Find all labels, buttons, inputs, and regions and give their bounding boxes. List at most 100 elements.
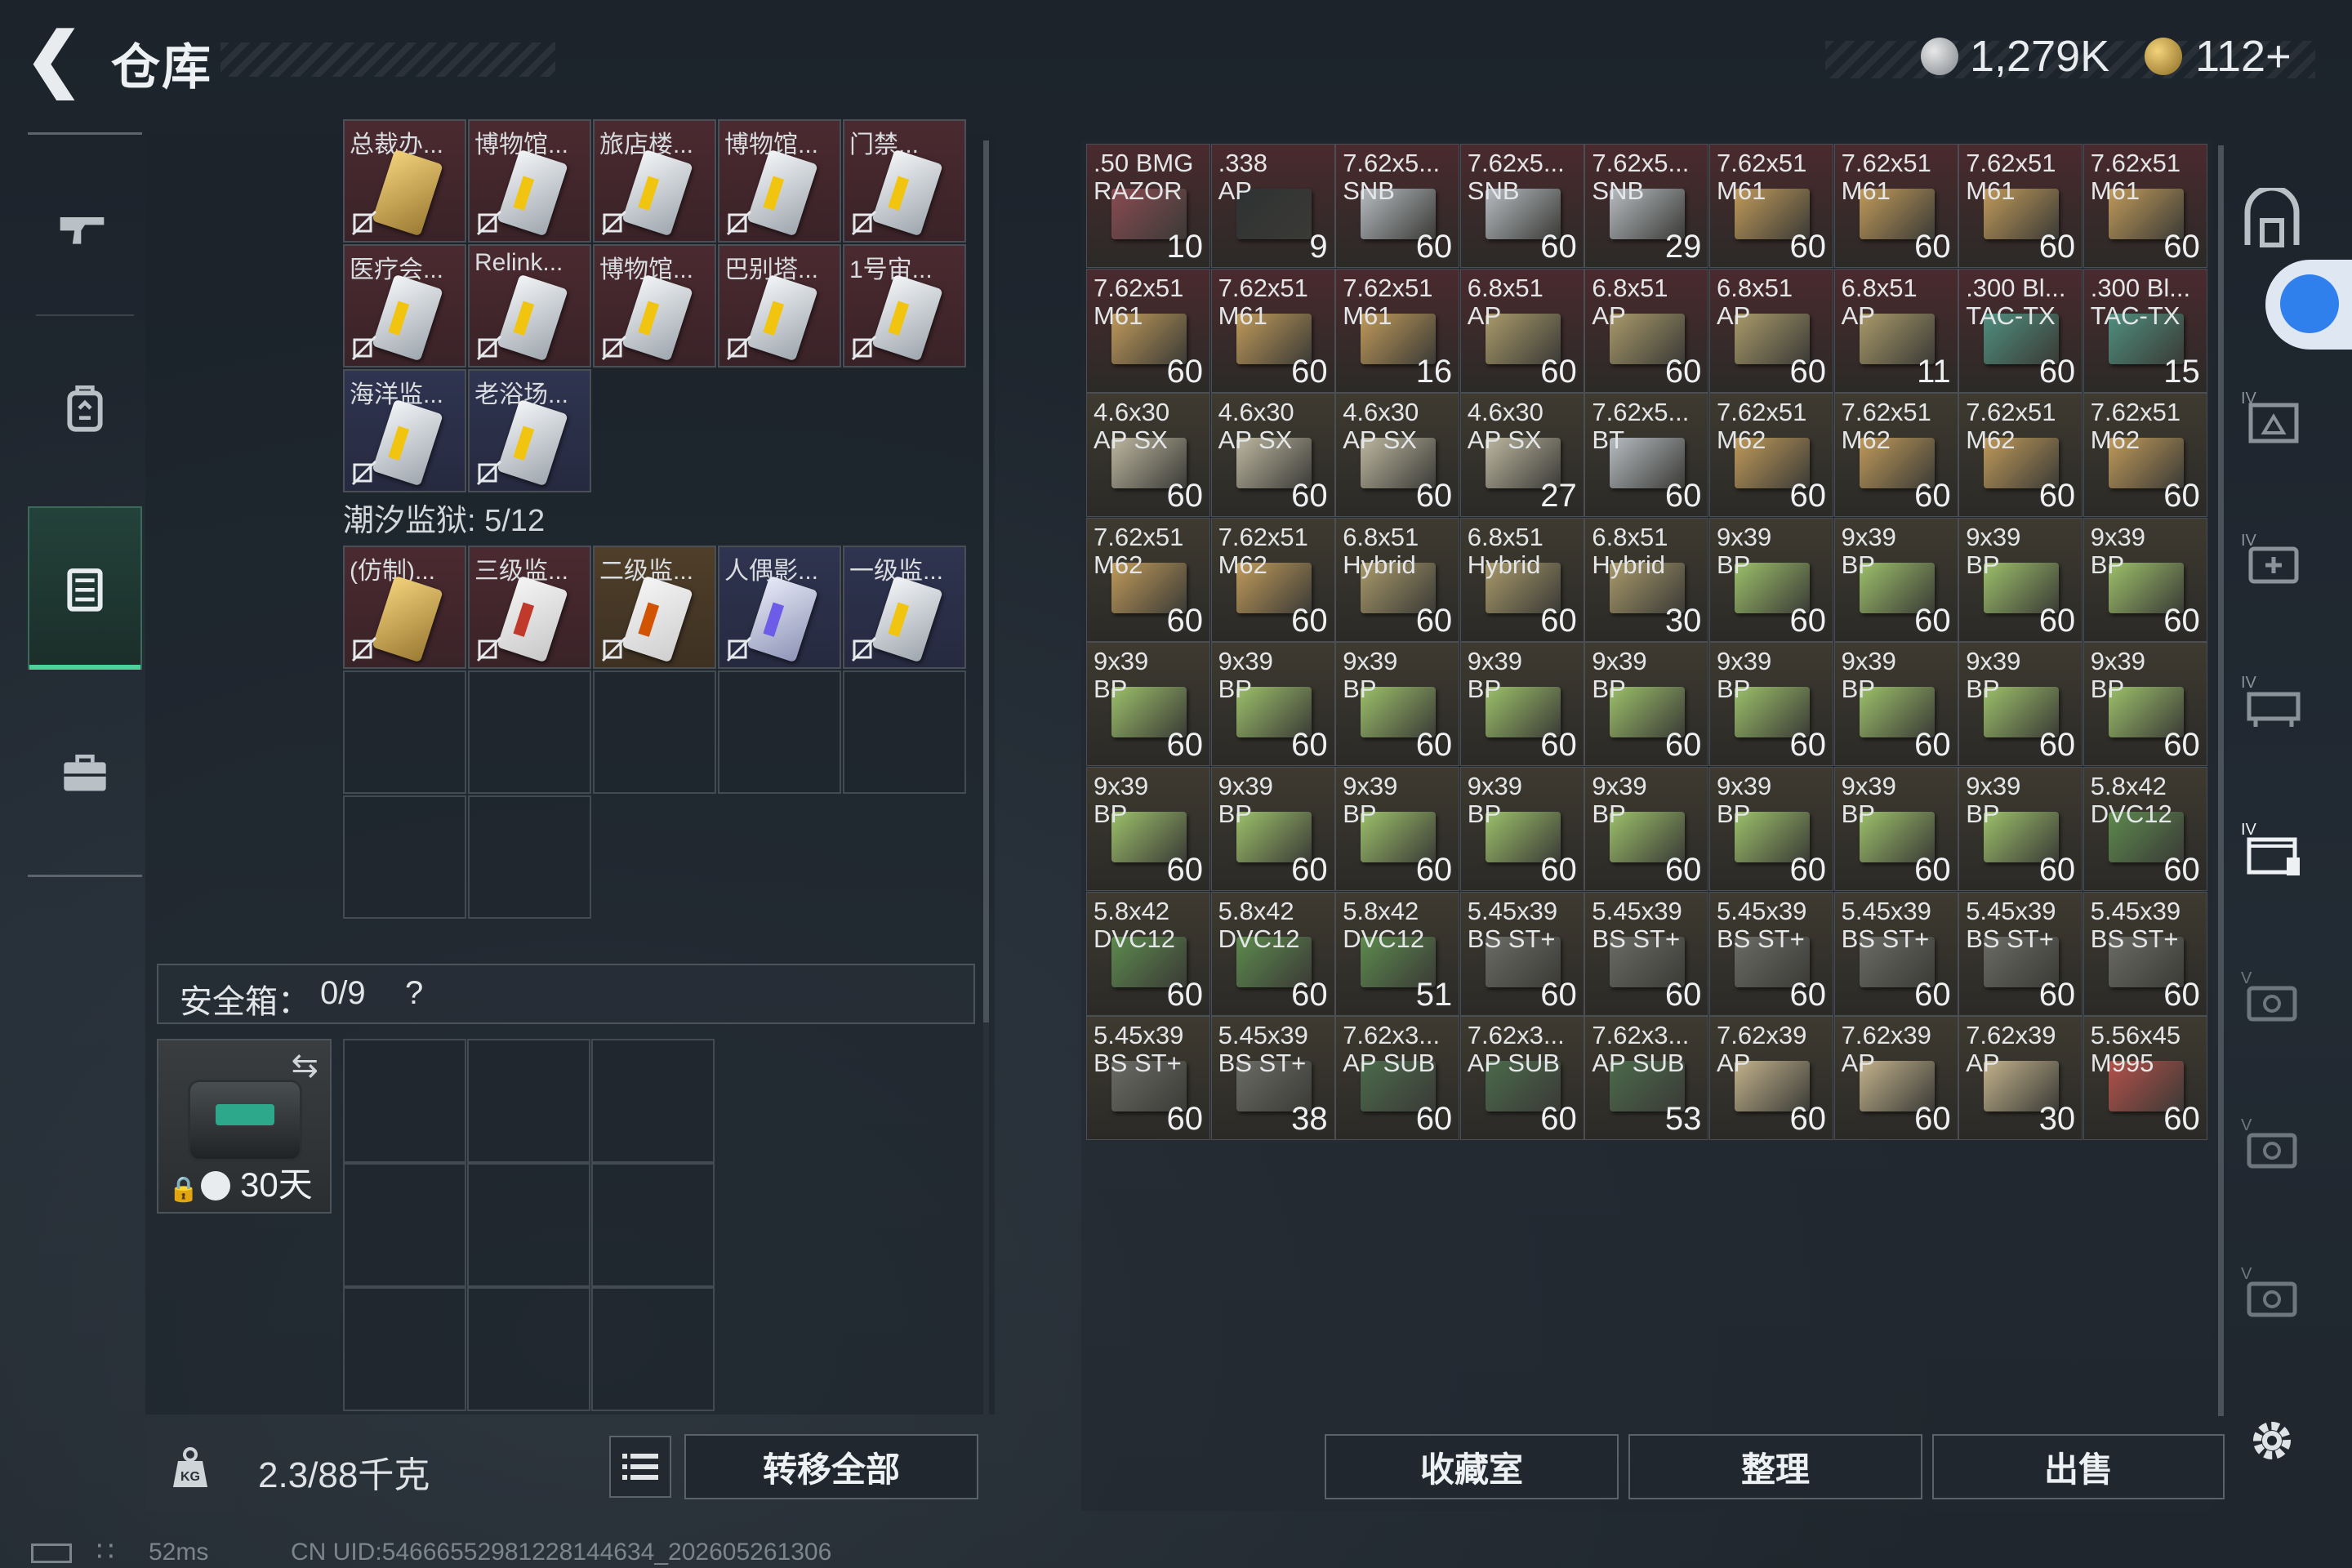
ammo-item[interactable]: 5.8x42 DVC12 60	[2082, 767, 2207, 891]
help-icon[interactable]: ?	[405, 975, 423, 1012]
keycard-item[interactable]: 总裁办...	[343, 119, 466, 243]
ammo-item[interactable]: 9x39 BP 60	[2082, 642, 2207, 767]
keycard-item[interactable]: 门禁...	[843, 119, 966, 243]
storage-tab-5-active[interactable]: IV	[2231, 808, 2313, 890]
back-button[interactable]: ❮	[24, 24, 83, 95]
keycard-item[interactable]: 一级监...	[843, 546, 966, 669]
ammo-item[interactable]: 9x39 BP 60	[1709, 642, 1833, 767]
keycard-item[interactable]: 海洋监...	[343, 369, 466, 492]
ammo-item[interactable]: 9x39 BP 60	[2082, 517, 2207, 642]
ammo-item[interactable]: 4.6x30 AP SX 60	[1210, 393, 1335, 518]
swap-icon[interactable]: ⇆	[291, 1047, 318, 1085]
ammo-item[interactable]: 7.62x51 M61 60	[1086, 268, 1210, 393]
ammo-item[interactable]: 7.62x51 M62 60	[1833, 393, 1958, 518]
ammo-item[interactable]: 4.6x30 AP SX 27	[1459, 393, 1584, 518]
empty-slot[interactable]	[593, 369, 716, 492]
keycard-item[interactable]: 博物馆...	[468, 119, 591, 243]
storage-tab-6[interactable]: V	[2231, 957, 2313, 1039]
sell-button[interactable]: 出售	[1932, 1434, 2225, 1499]
settings-button[interactable]	[2231, 1400, 2313, 1481]
right-scrollbar[interactable]	[2218, 145, 2224, 1416]
ammo-item[interactable]: 5.45x39 BS ST+ 60	[2082, 891, 2207, 1016]
ammo-item[interactable]: .300 Bl... TAC-TX 60	[1958, 268, 2083, 393]
ammo-item[interactable]: 5.45x39 BS ST+ 60	[1709, 891, 1833, 1016]
ammo-item[interactable]: 7.62x51 M62 60	[1709, 393, 1833, 518]
safe-box-slot[interactable]	[591, 1039, 715, 1163]
keycard-item[interactable]: (仿制)...	[343, 546, 466, 669]
keycard-item[interactable]: 1号宙...	[843, 244, 966, 368]
ammo-item[interactable]: 9x39 BP 60	[1210, 642, 1335, 767]
empty-slot[interactable]	[843, 670, 966, 794]
ammo-item[interactable]: 9x39 BP 60	[1335, 767, 1460, 891]
ammo-item[interactable]: 7.62x5... SNB 60	[1459, 144, 1584, 268]
ammo-item[interactable]: 7.62x39 AP 60	[1709, 1016, 1833, 1141]
keycard-item[interactable]: 二级监...	[593, 546, 716, 669]
ammo-item[interactable]: 5.45x39 BS ST+ 60	[1833, 891, 1958, 1016]
ammo-item[interactable]: 6.8x51 Hybrid 60	[1335, 517, 1460, 642]
empty-slot[interactable]	[843, 369, 966, 492]
ammo-item[interactable]: 7.62x3... AP SUB 60	[1335, 1016, 1460, 1141]
ammo-item[interactable]: 9x39 BP 60	[1459, 767, 1584, 891]
ammo-item[interactable]: 7.62x51 M62 60	[1086, 517, 1210, 642]
keycard-item[interactable]: Relink...	[468, 244, 591, 368]
ammo-item[interactable]: 5.45x39 BS ST+ 60	[1958, 891, 2083, 1016]
right-scrollbar-thumb[interactable]	[2218, 145, 2224, 1416]
list-view-button[interactable]	[609, 1436, 671, 1498]
ammo-item[interactable]: 6.8x51 AP 60	[1459, 268, 1584, 393]
transfer-all-button[interactable]: 转移全部	[684, 1434, 978, 1499]
keycard-item[interactable]: 人偶影...	[718, 546, 841, 669]
safe-box-item[interactable]: ⇆ 🔒 30天	[157, 1039, 332, 1214]
safe-box-slot[interactable]	[467, 1287, 590, 1411]
ammo-item[interactable]: 7.62x51 M62 60	[1958, 393, 2083, 518]
ammo-item[interactable]: 9x39 BP 60	[1210, 767, 1335, 891]
currency-gold-amount[interactable]: 112+	[2195, 31, 2292, 82]
ammo-item[interactable]: 9x39 BP 60	[1086, 767, 1210, 891]
ammo-item[interactable]: 7.62x5... SNB 29	[1584, 144, 1709, 268]
storage-tab-4[interactable]: IV	[2231, 662, 2313, 743]
ammo-item[interactable]: 5.8x42 DVC12 60	[1086, 891, 1210, 1016]
safe-box-slot[interactable]	[467, 1163, 590, 1287]
safe-box-slot[interactable]	[467, 1039, 590, 1163]
ammo-item[interactable]: 5.45x39 BS ST+ 60	[1459, 891, 1584, 1016]
ammo-item[interactable]: 7.62x39 AP 30	[1958, 1016, 2083, 1141]
empty-slot[interactable]	[593, 670, 716, 794]
ammo-item[interactable]: 7.62x51 M62 60	[2082, 393, 2207, 518]
ammo-item[interactable]: .338 AP 9	[1210, 144, 1335, 268]
ammo-item[interactable]: .50 BMG RAZOR 10	[1086, 144, 1210, 268]
rail-backpack[interactable]	[28, 327, 142, 490]
ammo-item[interactable]: 7.62x51 M61 60	[1210, 268, 1335, 393]
ammo-item[interactable]: 7.62x51 M61 60	[2082, 144, 2207, 268]
keycard-item[interactable]: 医疗会...	[343, 244, 466, 368]
ammo-item[interactable]: 7.62x5... BT 60	[1584, 393, 1709, 518]
ammo-item[interactable]: 9x39 BP 60	[1335, 642, 1460, 767]
ammo-item[interactable]: 7.62x51 M61 60	[1833, 144, 1958, 268]
ammo-item[interactable]: .300 Bl... TAC-TX 15	[2082, 268, 2207, 393]
collection-room-button[interactable]: 收藏室	[1325, 1434, 1619, 1499]
left-scrollbar[interactable]	[983, 140, 989, 1419]
keycard-item[interactable]: 巴别塔...	[718, 244, 841, 368]
organize-button[interactable]: 整理	[1628, 1434, 1922, 1499]
ammo-item[interactable]: 9x39 BP 60	[1709, 517, 1833, 642]
ammo-item[interactable]: 6.8x51 AP 11	[1833, 268, 1958, 393]
safe-box-slot[interactable]	[591, 1163, 715, 1287]
ammo-item[interactable]: 9x39 BP 60	[1833, 642, 1958, 767]
keycard-item[interactable]: 旅店楼...	[593, 119, 716, 243]
rail-warehouse[interactable]	[28, 506, 142, 670]
safe-box-slot[interactable]	[591, 1287, 715, 1411]
ammo-item[interactable]: 4.6x30 AP SX 60	[1086, 393, 1210, 518]
ammo-item[interactable]: 7.62x51 M62 60	[1210, 517, 1335, 642]
ammo-item[interactable]: 5.45x39 BS ST+ 60	[1584, 891, 1709, 1016]
storage-tab-8[interactable]: V	[2231, 1253, 2313, 1334]
safe-box-slot[interactable]	[343, 1163, 466, 1287]
ammo-item[interactable]: 9x39 BP 60	[1459, 642, 1584, 767]
ammo-item[interactable]: 7.62x51 M61 60	[1709, 144, 1833, 268]
ammo-item[interactable]: 5.45x39 BS ST+ 60	[1086, 1016, 1210, 1141]
ammo-item[interactable]: 6.8x51 AP 60	[1584, 268, 1709, 393]
ammo-item[interactable]: 5.8x42 DVC12 60	[1210, 891, 1335, 1016]
keycard-item[interactable]: 博物馆...	[593, 244, 716, 368]
accessibility-button[interactable]	[2265, 260, 2352, 350]
storage-tab-3[interactable]: IV	[2231, 519, 2313, 601]
rail-briefcase[interactable]	[28, 690, 142, 853]
ammo-item[interactable]: 9x39 BP 60	[1086, 642, 1210, 767]
ammo-item[interactable]: 7.62x51 M61 60	[1958, 144, 2083, 268]
